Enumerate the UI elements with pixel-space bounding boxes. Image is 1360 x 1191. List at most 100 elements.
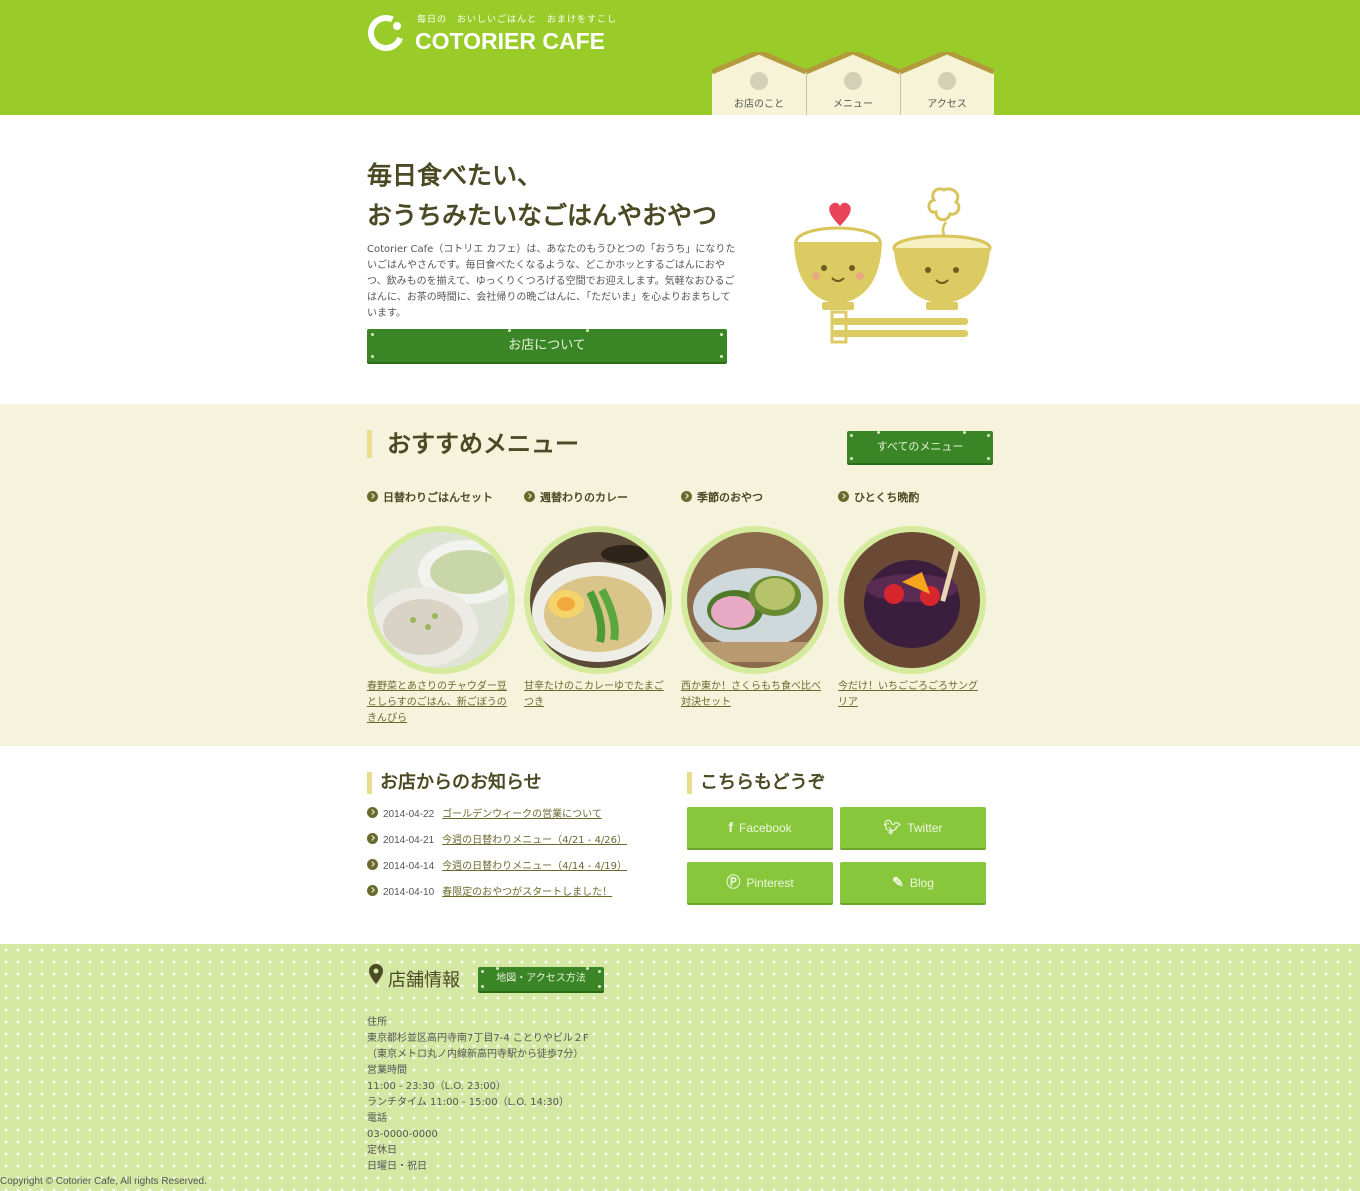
menu-category: 季節のおやつ [681, 490, 826, 506]
news-item: 2014-04-21 今週の日替わりメニュー（4/21 - 4/26） [367, 832, 667, 858]
food-photo-curry [530, 532, 666, 668]
about-shop-button[interactable]: お店について [367, 329, 727, 362]
location-pin-icon [369, 964, 383, 984]
logo-site-name: COTORIER CAFE [415, 28, 605, 54]
menu-item-link[interactable]: 西か東か！さくらもち食べ比べ対決セット [681, 679, 826, 711]
copyright: Copyright © Cotorier Cafe, All rights Re… [0, 1176, 207, 1187]
facebook-button-label: Facebook [738, 821, 792, 835]
pinterest-button[interactable]: Ⓟ Pinterest [687, 862, 833, 903]
food-photo-daily-set [368, 532, 518, 668]
menu-category-label: ひとくち晩酌 [854, 491, 920, 504]
social-heading: こちらもどうぞ [687, 772, 826, 794]
button-dots [847, 431, 993, 463]
shop-info-label-hours: 営業時間 [367, 1065, 407, 1076]
blog-button[interactable]: ✎ Blog [840, 862, 986, 903]
rice-bowls-illustration [794, 187, 992, 344]
menu-item: 日替わりごはんセット 春野菜とあさりのチャウダー豆としらすのごはん、新ごぼうのき… [367, 490, 518, 724]
arrow-bullet-icon [367, 833, 378, 844]
blog-button-label: Blog [909, 876, 934, 890]
shop-info-label-closed: 定休日 [367, 1145, 397, 1156]
shop-info-closed-days: 日曜日・祝日 [367, 1161, 427, 1172]
menu-photo-frame[interactable] [838, 526, 986, 674]
twitter-icon: 🐦︎ [883, 819, 902, 835]
news-heading: お店からのお知らせ [367, 772, 542, 794]
pinterest-icon: Ⓟ [726, 874, 741, 890]
button-dots [367, 329, 727, 362]
shop-info: 住所 東京都杉並区高円寺南7丁目7-4 ことりやビル２F （東京メトロ丸ノ内線新… [367, 1015, 589, 1175]
arrow-bullet-icon [367, 885, 378, 896]
news-item: 2014-04-22 ゴールデンウィークの営業について [367, 806, 667, 832]
twitter-button-label: Twitter [907, 821, 943, 835]
shop-info-access: （東京メトロ丸ノ内線新高円寺駅から徒歩7分） [367, 1049, 584, 1060]
food-photo-sangria [844, 532, 980, 668]
shop-info-address: 東京都杉並区高円寺南7丁目7-4 ことりやビル２F [367, 1033, 589, 1044]
menu-photo-frame[interactable] [681, 526, 829, 674]
hero-description: Cotorier Cafe（コトリエ カフェ）は、あなたのもうひとつの「おうち」… [367, 244, 736, 319]
menu-item-link[interactable]: 今だけ！いちごごろごろサングリア [838, 679, 983, 711]
pinterest-button-label: Pinterest [746, 876, 794, 890]
menu-item: 週替わりのカレー 甘辛たけのこカレーゆでたまごつき [524, 490, 672, 708]
menu-category-label: 季節のおやつ [697, 491, 763, 504]
menu-category: 週替わりのカレー [524, 490, 669, 506]
nav-item-access[interactable]: アクセス [900, 52, 994, 115]
arrow-bullet-icon [367, 491, 378, 502]
facebook-button[interactable]: f Facebook [687, 807, 833, 848]
news-title-link[interactable]: 春限定のおやつがスタートしました！ [442, 887, 612, 898]
logo-mark-icon [368, 15, 404, 51]
news-title-link[interactable]: 今週の日替わりメニュー（4/14 - 4/19） [442, 861, 627, 872]
twitter-button[interactable]: 🐦︎ Twitter [840, 807, 986, 848]
menu-photo-frame[interactable] [524, 526, 672, 674]
nav-item-about[interactable]: お店のこと [712, 52, 806, 115]
news-item: 2014-04-14 今週の日替わりメニュー（4/14 - 4/19） [367, 858, 667, 884]
shop-info-phone: 03-0000-0000 [367, 1129, 438, 1140]
hero-title-line: おうちみたいなごはんやおやつ [367, 201, 718, 230]
menu-category: ひとくち晩酌 [838, 490, 983, 506]
map-access-button[interactable]: 地図・アクセス方法 [478, 967, 604, 991]
site-logo[interactable]: 毎日の おいしいごはんと おまけをすこし COTORIER CAFE [367, 12, 627, 57]
pencil-icon: ✎ [892, 874, 904, 890]
menu-item-link[interactable]: 甘辛たけのこカレーゆでたまごつき [524, 679, 669, 711]
menu-category: 日替わりごはんセット [367, 490, 512, 506]
news-title-link[interactable]: ゴールデンウィークの営業について [442, 809, 602, 820]
arrow-bullet-icon [367, 859, 378, 870]
food-photo-sakuramochi [687, 532, 823, 668]
logo-tagline: 毎日の おいしいごはんと おまけをすこし [417, 15, 618, 25]
shop-info-hours: 11:00 - 23:30（L.O. 23:00） [367, 1081, 506, 1092]
site-footer: 店舗情報 地図・アクセス方法 住所 東京都杉並区高円寺南7丁目7-4 ことりやビ… [0, 944, 1360, 1191]
site-header: 毎日の おいしいごはんと おまけをすこし COTORIER CAFE お店のこと… [0, 0, 1360, 115]
menu-photo-frame[interactable] [367, 526, 518, 674]
news-date: 2014-04-22 [383, 809, 435, 820]
shop-info-label-address: 住所 [367, 1017, 387, 1028]
news-date: 2014-04-14 [383, 861, 435, 872]
news-list: 2014-04-22 ゴールデンウィークの営業について 2014-04-21 今週の… [367, 806, 667, 910]
news-date: 2014-04-21 [383, 835, 435, 846]
nav-item-menu[interactable]: メニュー [806, 52, 900, 115]
arrow-bullet-icon [681, 491, 692, 502]
menu-item-link[interactable]: 春野菜とあさりのチャウダー豆としらすのごはん、新ごぼうのきんぴら [367, 679, 512, 727]
arrow-bullet-icon [524, 491, 535, 502]
nav-label: メニュー [833, 99, 873, 110]
menu-item: ひとくち晩酌 今だけ！いちごごろごろサングリア [838, 490, 986, 708]
nav-label: お店のこと [734, 99, 784, 110]
shop-info-label-phone: 電話 [367, 1113, 387, 1124]
hero-title-line: 毎日食べたい、 [367, 161, 543, 190]
all-menu-button[interactable]: すべてのメニュー [847, 431, 993, 463]
shop-info-lunch-hours: ランチタイム 11:00 - 15:00（L.O. 14:30） [367, 1097, 569, 1108]
main-nav: お店のこと メニュー アクセス [712, 52, 994, 115]
menu-item: 季節のおやつ 西か東か！さくらもち食べ比べ対決セット [681, 490, 829, 708]
shop-info-heading: 店舗情報 [388, 970, 460, 991]
facebook-icon: f [728, 819, 733, 835]
nav-dot-icon [938, 72, 956, 90]
arrow-bullet-icon [367, 807, 378, 818]
menu-category-label: 日替わりごはんセット [383, 491, 493, 504]
hero-title: 毎日食べたい、 おうちみたいなごはんやおやつ [367, 156, 767, 236]
button-dots [478, 967, 604, 991]
menu-category-label: 週替わりのカレー [540, 491, 628, 504]
news-date: 2014-04-10 [383, 887, 435, 898]
nav-dot-icon [750, 72, 768, 90]
recommended-menu-section: おすすめメニュー すべてのメニュー 日替わりごはんセット 春野菜とあさりのチャウ… [0, 404, 1360, 746]
nav-dot-icon [844, 72, 862, 90]
arrow-bullet-icon [838, 491, 849, 502]
news-title-link[interactable]: 今週の日替わりメニュー（4/21 - 4/26） [442, 835, 627, 846]
menu-heading: おすすめメニュー [367, 430, 579, 458]
